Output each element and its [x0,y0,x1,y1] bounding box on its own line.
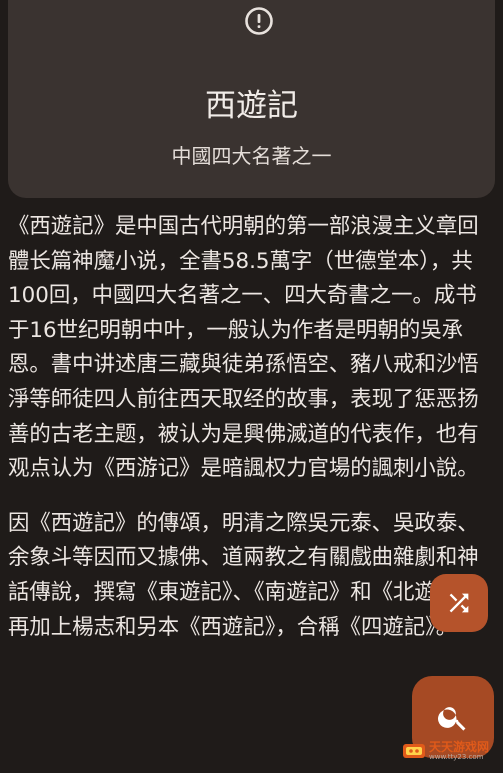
shuffle-button[interactable] [430,574,488,632]
site-watermark: 天天游戏网 www.tty23.com [402,738,503,764]
search-icon [438,707,466,731]
book-subtitle: 中國四大名著之一 [171,144,332,168]
book-title: 西遊記 [205,88,298,124]
header-card: 西遊記 中國四大名著之一 [8,0,495,198]
shuffle-icon [449,593,469,613]
article-paragraph-1: 《西遊記》是中国古代明朝的第一部浪漫主义章回體长篇神魔小说，全書58.5萬字（世… [8,214,479,482]
article-paragraph-2: 因《西遊記》的傳頌，明清之際吳元泰、吳政泰、余象斗等因而又據佛、道兩教之有關戲曲… [8,510,490,640]
info-icon[interactable] [244,6,274,36]
article-body: 《西遊記》是中国古代明朝的第一部浪漫主义章回體长篇神魔小说，全書58.5萬字（世… [8,210,493,665]
watermark-logo-icon [403,744,425,758]
watermark-name: 天天游戏网 [429,740,490,754]
watermark-url: www.tty23.com [429,753,484,761]
